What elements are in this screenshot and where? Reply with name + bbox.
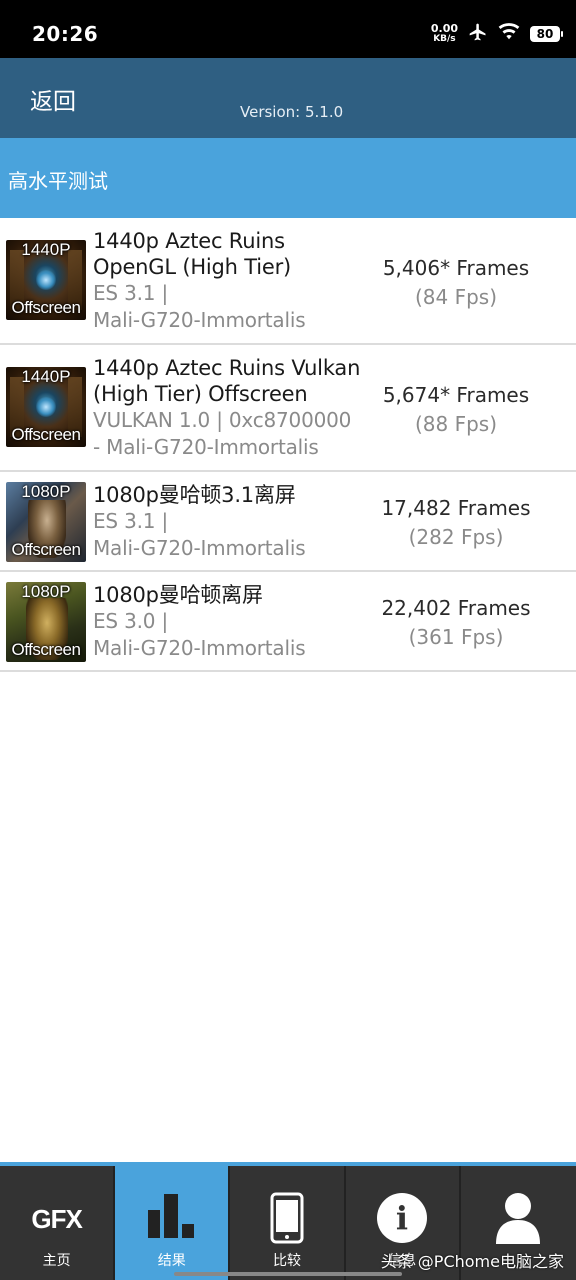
- test-info: 1080p曼哈顿离屏 ES 3.0 | Mali-G720-Immortalis: [93, 582, 383, 662]
- test-api-line1: ES 3.0 |: [93, 609, 168, 633]
- watermark: 头条 @PChome电脑之家: [380, 1252, 564, 1271]
- test-name-line1: 1440p Aztec Ruins Vulkan: [93, 356, 361, 380]
- status-time: 20:26: [32, 22, 99, 46]
- test-api-line1: ES 3.1 |: [93, 281, 168, 305]
- test-info: 1440p Aztec Ruins Vulkan (High Tier) Off…: [93, 355, 383, 461]
- network-speed-value: 0.00: [430, 22, 458, 35]
- result-row-aztec-opengl[interactable]: 1440P Offscreen 1440p Aztec Ruins OpenGL…: [0, 218, 576, 345]
- test-info: 1080p曼哈顿3.1离屏 ES 3.1 | Mali-G720-Immorta…: [93, 482, 383, 562]
- svg-text:i: i: [396, 1199, 408, 1237]
- test-api-line1: ES 3.1 |: [93, 509, 168, 533]
- tab-label: 主页: [42, 1253, 71, 1269]
- section-header: 高水平测试: [0, 138, 576, 218]
- bar-chart-icon: [146, 1192, 198, 1246]
- tab-label: 结果: [157, 1253, 186, 1269]
- thumbnail-resolution: 1080P: [21, 482, 71, 501]
- test-name-line1: 1080p曼哈顿离屏: [93, 583, 263, 607]
- network-speed-unit: KB/s: [433, 34, 456, 44]
- tab-compare[interactable]: 比较: [230, 1166, 346, 1280]
- airplane-icon: [468, 22, 488, 46]
- test-api-line2: Mali-G720-Immortalis: [93, 536, 306, 560]
- test-score: 22,402 Frames (361 Fps): [356, 594, 556, 652]
- test-api-line2: - Mali-G720-Immortalis: [93, 435, 319, 459]
- results-list: 1440P Offscreen 1440p Aztec Ruins OpenGL…: [0, 218, 576, 672]
- score-fps: (88 Fps): [414, 412, 498, 436]
- result-row-manhattan31[interactable]: 1080P Offscreen 1080p曼哈顿3.1离屏 ES 3.1 | M…: [0, 472, 576, 572]
- back-button[interactable]: 返回: [30, 82, 76, 116]
- gfx-logo-icon: GFX: [31, 1204, 82, 1234]
- score-fps: (282 Fps): [408, 525, 504, 549]
- battery-icon: 80: [530, 26, 563, 42]
- thumbnail-resolution: 1440P: [21, 367, 71, 386]
- score-frames: 5,674* Frames: [382, 383, 530, 407]
- score-fps: (361 Fps): [408, 625, 504, 649]
- test-score: 5,406* Frames (84 Fps): [356, 254, 556, 312]
- manhattan-thumbnail: 1080P Offscreen: [6, 482, 86, 562]
- section-title: 高水平测试: [8, 169, 108, 193]
- user-icon: [494, 1192, 542, 1248]
- thumbnail-resolution: 1080P: [21, 582, 71, 601]
- tab-label: 比较: [272, 1253, 301, 1269]
- manhattan-thumbnail: 1080P Offscreen: [6, 582, 86, 662]
- test-api-line2: Mali-G720-Immortalis: [93, 308, 306, 332]
- thumbnail-offscreen: Offscreen: [11, 298, 81, 317]
- test-name-line1: 1080p曼哈顿3.1离屏: [93, 483, 296, 507]
- version-label: Version: 5.1.0: [240, 103, 344, 121]
- test-name-line2: (High Tier) Offscreen: [93, 382, 308, 406]
- result-row-aztec-vulkan[interactable]: 1440P Offscreen 1440p Aztec Ruins Vulkan…: [0, 345, 576, 472]
- wifi-icon: [498, 23, 520, 45]
- test-name-line2: OpenGL (High Tier): [93, 255, 292, 279]
- score-frames: 17,482 Frames: [381, 496, 531, 520]
- app-header: 返回 Version: 5.1.0: [0, 58, 576, 138]
- tab-home[interactable]: GFX 主页: [0, 1166, 116, 1280]
- result-row-manhattan[interactable]: 1080P Offscreen 1080p曼哈顿离屏 ES 3.0 | Mali…: [0, 572, 576, 672]
- test-api-line2: Mali-G720-Immortalis: [93, 636, 306, 660]
- thumbnail-offscreen: Offscreen: [11, 640, 81, 659]
- info-icon: i: [376, 1192, 428, 1248]
- home-indicator: [174, 1272, 402, 1276]
- score-frames: 5,406* Frames: [382, 256, 530, 280]
- score-frames: 22,402 Frames: [381, 596, 531, 620]
- test-score: 17,482 Frames (282 Fps): [356, 494, 556, 552]
- thumbnail-offscreen: Offscreen: [11, 425, 81, 444]
- status-bar: 20:26 0.00 KB/s 80: [0, 0, 576, 58]
- thumbnail-offscreen: Offscreen: [11, 540, 81, 559]
- network-speed: 0.00 KB/s: [430, 22, 458, 44]
- test-api-line1: VULKAN 1.0 | 0xc8700000: [93, 408, 352, 432]
- test-name-line1: 1440p Aztec Ruins: [93, 229, 285, 253]
- tab-results[interactable]: 结果: [115, 1166, 231, 1280]
- test-info: 1440p Aztec Ruins OpenGL (High Tier) ES …: [93, 228, 383, 334]
- aztec-ruins-thumbnail: 1440P Offscreen: [6, 367, 86, 447]
- score-fps: (84 Fps): [414, 285, 498, 309]
- status-icons: 0.00 KB/s 80: [430, 22, 563, 46]
- phone-icon: [270, 1192, 304, 1248]
- aztec-ruins-thumbnail: 1440P Offscreen: [6, 240, 86, 320]
- test-score: 5,674* Frames (88 Fps): [356, 381, 556, 439]
- thumbnail-resolution: 1440P: [21, 240, 71, 259]
